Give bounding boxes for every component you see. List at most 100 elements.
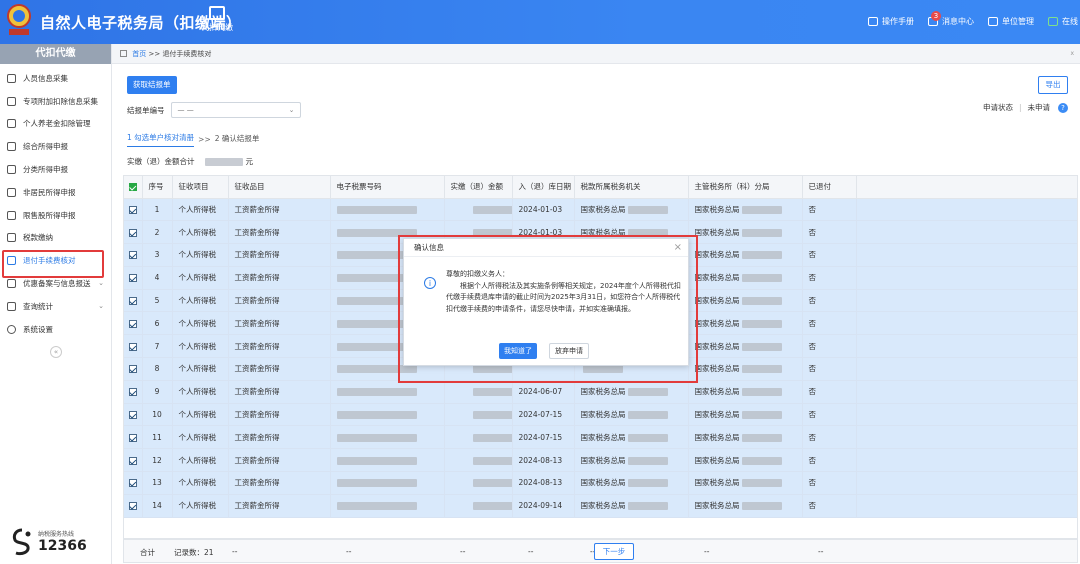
message-center-link[interactable]: 3 消息中心 bbox=[928, 11, 974, 27]
cell-amount bbox=[444, 198, 513, 222]
cell-ticket-no bbox=[330, 198, 445, 222]
row-checkbox[interactable] bbox=[124, 243, 143, 267]
search-icon bbox=[7, 301, 16, 311]
cell-refunded-text: 否 bbox=[808, 410, 817, 420]
redacted-value bbox=[472, 456, 511, 465]
select-all-checkbox[interactable] bbox=[124, 176, 143, 199]
sidebar-item-label: 税款缴纳 bbox=[23, 233, 53, 243]
row-checkbox[interactable] bbox=[124, 403, 143, 427]
total-amount-label: 实缴（退）金额合计 bbox=[127, 157, 195, 166]
breadcrumb-current: 退付手续费核对 bbox=[162, 50, 212, 58]
cell-amount bbox=[444, 448, 513, 473]
chevron-down-icon: ⌄ bbox=[288, 106, 295, 114]
table-row[interactable]: 14 个人所得税 工资薪金所得 2024-09-14 国家税务总局 国家税务总局 否 bbox=[124, 494, 1077, 518]
next-step-button[interactable]: 下一步 bbox=[594, 543, 634, 560]
row-checkbox[interactable] bbox=[124, 334, 143, 359]
cell-index-text: 6 bbox=[154, 318, 160, 328]
table-row[interactable]: 1 个人所得税 工资薪金所得 2024-01-03 国家税务总局 国家税务总局 否 bbox=[124, 198, 1077, 222]
cell-refunded-text: 否 bbox=[808, 501, 817, 511]
report-no-select[interactable]: — — ⌄ bbox=[170, 102, 301, 118]
row-checkbox[interactable] bbox=[124, 220, 143, 245]
col-header-tax-office: 税款所属税务机关 bbox=[574, 176, 689, 199]
cell-item: 工资薪金所得 bbox=[228, 425, 331, 450]
row-checkbox[interactable] bbox=[124, 471, 143, 495]
export-button[interactable]: 导出 bbox=[1038, 76, 1068, 94]
sidebar-item-personnel[interactable]: 人员信息采集 bbox=[0, 67, 111, 90]
redacted-value bbox=[741, 251, 782, 260]
online-link[interactable]: 在线 bbox=[1048, 16, 1078, 27]
sidebar-item-payment[interactable]: 税款缴纳 bbox=[0, 227, 111, 250]
cell-item-text: 工资薪金所得 bbox=[234, 364, 280, 374]
row-checkbox[interactable] bbox=[124, 311, 143, 336]
sidebar-item-label: 非居民所得申报 bbox=[23, 187, 76, 197]
redacted-value bbox=[472, 502, 511, 511]
fetch-report-button[interactable]: 获取结报单 bbox=[127, 76, 177, 94]
cell-ticket-no bbox=[330, 471, 445, 495]
cell-project: 个人所得税 bbox=[172, 243, 229, 267]
cell-index-text: 3 bbox=[154, 250, 160, 260]
table-row[interactable]: 10 个人所得税 工资薪金所得 2024-07-15 国家税务总局 国家税务总局 否 bbox=[124, 403, 1077, 427]
cell-index: 3 bbox=[142, 243, 173, 267]
row-checkbox[interactable] bbox=[124, 198, 143, 222]
checkbox-checked-icon bbox=[128, 479, 137, 488]
sidebar-item-settings[interactable]: 系统设置 bbox=[0, 318, 111, 341]
cell-item: 工资薪金所得 bbox=[228, 403, 331, 427]
sidebar-item-pension[interactable]: 个人养老金扣除管理 bbox=[0, 113, 111, 136]
cell-refunded-text: 否 bbox=[808, 341, 817, 351]
sidebar-item-label: 人员信息采集 bbox=[23, 73, 68, 83]
cell-filler bbox=[856, 471, 1077, 495]
row-checkbox[interactable] bbox=[124, 289, 143, 313]
step-1-tab[interactable]: 1 勾选单户核对清册 bbox=[127, 132, 195, 147]
sidebar-item-special-deduction[interactable]: 专项附加扣除信息采集 bbox=[0, 90, 111, 113]
table-row[interactable]: 13 个人所得税 工资薪金所得 2024-08-13 国家税务总局 国家税务总局 否 bbox=[124, 471, 1077, 495]
clipboard-icon bbox=[7, 279, 16, 289]
row-checkbox[interactable] bbox=[124, 448, 143, 473]
sidebar-item-nonresident[interactable]: 非居民所得申报 bbox=[0, 181, 111, 204]
cell-branch-text: 国家税务总局 bbox=[694, 227, 740, 237]
table-row[interactable]: 9 个人所得税 工资薪金所得 2024-06-07 国家税务总局 国家税务总局 否 bbox=[124, 380, 1077, 404]
cell-tax-office-text: 国家税务总局 bbox=[580, 478, 626, 488]
checkbox-checked-icon bbox=[128, 365, 137, 374]
breadcrumb-home[interactable]: 首页 bbox=[132, 50, 146, 58]
row-checkbox[interactable] bbox=[124, 380, 143, 404]
redacted-value bbox=[472, 388, 511, 397]
col-header-ticket-no: 电子税票号码 bbox=[330, 176, 445, 199]
table-row[interactable]: 12 个人所得税 工资薪金所得 2024-08-13 国家税务总局 国家税务总局 否 bbox=[124, 448, 1077, 473]
cell-item: 工资薪金所得 bbox=[228, 198, 331, 222]
row-checkbox[interactable] bbox=[124, 357, 143, 381]
summary-dash: -- bbox=[232, 547, 238, 556]
sidebar-item-comprehensive[interactable]: 综合所得申报 bbox=[0, 135, 111, 158]
unit-management-label: 单位管理 bbox=[1002, 17, 1034, 26]
cell-project-text: 个人所得税 bbox=[178, 478, 217, 488]
redacted-value bbox=[741, 433, 782, 442]
unit-management-link[interactable]: 单位管理 bbox=[988, 16, 1034, 27]
cell-filler bbox=[856, 220, 1077, 245]
cell-item-text: 工资薪金所得 bbox=[234, 455, 280, 465]
cell-refunded-text: 否 bbox=[808, 478, 817, 488]
hotline-caption: 纳税服务热线 bbox=[38, 531, 75, 538]
module-withholding[interactable]: 代扣代缴 bbox=[200, 6, 234, 33]
cell-refunded: 否 bbox=[802, 220, 857, 245]
chevron-down-icon: ⌄ bbox=[98, 279, 104, 288]
table-row[interactable]: 11 个人所得税 工资薪金所得 2024-07-15 国家税务总局 国家税务总局 否 bbox=[124, 425, 1077, 450]
cell-refunded: 否 bbox=[802, 198, 857, 222]
row-checkbox[interactable] bbox=[124, 425, 143, 450]
col-header-amount: 实缴（退）金额 bbox=[444, 176, 513, 199]
row-checkbox[interactable] bbox=[124, 494, 143, 518]
sidebar-item-restricted-shares[interactable]: 限售股所得申报 bbox=[0, 204, 111, 227]
redacted-value bbox=[336, 456, 417, 465]
cell-refunded: 否 bbox=[802, 289, 857, 313]
row-checkbox[interactable] bbox=[124, 266, 143, 290]
cell-project: 个人所得税 bbox=[172, 334, 229, 359]
manual-link[interactable]: 操作手册 bbox=[868, 16, 914, 27]
sidebar-item-query[interactable]: 查询统计 ⌄ bbox=[0, 295, 111, 318]
cell-index: 11 bbox=[142, 425, 173, 450]
step-2-tab[interactable]: 2 确认结报单 bbox=[215, 133, 260, 147]
sidebar-item-classified[interactable]: 分类所得申报 bbox=[0, 158, 111, 181]
help-icon[interactable]: ? bbox=[1058, 102, 1068, 113]
close-tab-icon[interactable]: x bbox=[1070, 44, 1074, 64]
cell-tax-office: 国家税务总局 bbox=[574, 471, 689, 495]
cell-index-text: 12 bbox=[152, 455, 162, 465]
sidebar-collapse-button[interactable]: « bbox=[50, 346, 62, 358]
home-icon bbox=[120, 50, 127, 57]
